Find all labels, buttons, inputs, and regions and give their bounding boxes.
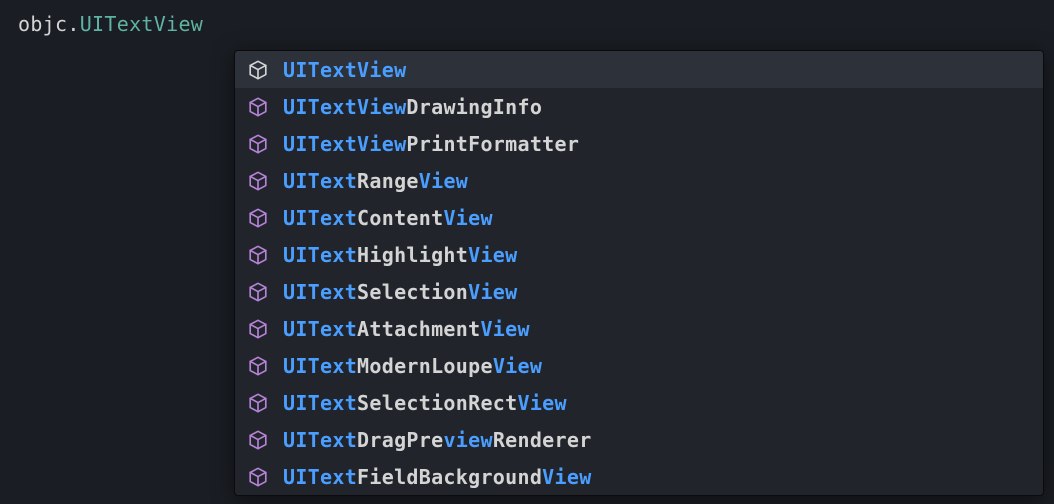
completion-item[interactable]: UITextViewPrintFormatter [235,125,1043,162]
completion-item[interactable]: UITextSelectionRectView [235,384,1043,421]
token-dot: . [67,12,79,36]
completion-item[interactable]: UITextViewDrawingInfo [235,88,1043,125]
completion-label: UITextHighlightView [283,243,518,267]
completion-item[interactable]: UITextView [235,51,1043,88]
completion-label: UITextModernLoupeView [283,354,542,378]
completion-label: UITextViewDrawingInfo [283,95,542,119]
cube-icon [247,429,269,451]
completion-item[interactable]: UITextFieldBackgroundView [235,458,1043,495]
token-module: objc [18,12,67,36]
cube-icon [247,281,269,303]
completion-label: UITextSelectionView [283,280,518,304]
completion-label: UITextFieldBackgroundView [283,465,592,489]
completion-item[interactable]: UITextDragPreviewRenderer [235,421,1043,458]
cube-icon [247,244,269,266]
completion-label: UITextDragPreviewRenderer [283,428,592,452]
cube-icon [247,207,269,229]
completion-label: UITextRangeView [283,169,468,193]
completion-item[interactable]: UITextContentView [235,199,1043,236]
completion-item[interactable]: UITextHighlightView [235,236,1043,273]
completion-item[interactable]: UITextSelectionView [235,273,1043,310]
completion-label: UITextViewPrintFormatter [283,132,579,156]
cube-icon [247,59,269,81]
editor-line[interactable]: objc.UITextView [0,0,1054,48]
cube-icon [247,170,269,192]
autocomplete-popup[interactable]: UITextView UITextViewDrawingInfo UITextV… [234,50,1044,496]
cube-icon [247,392,269,414]
cube-icon [247,96,269,118]
token-member: UITextView [80,12,203,36]
completion-label: UITextView [283,58,406,82]
completion-item[interactable]: UITextAttachmentView [235,310,1043,347]
completion-label: UITextSelectionRectView [283,391,567,415]
completion-item[interactable]: UITextRangeView [235,162,1043,199]
completion-label: UITextContentView [283,206,493,230]
cube-icon [247,466,269,488]
completion-label: UITextAttachmentView [283,317,530,341]
completion-item[interactable]: UITextModernLoupeView [235,347,1043,384]
cube-icon [247,133,269,155]
cube-icon [247,355,269,377]
cube-icon [247,318,269,340]
